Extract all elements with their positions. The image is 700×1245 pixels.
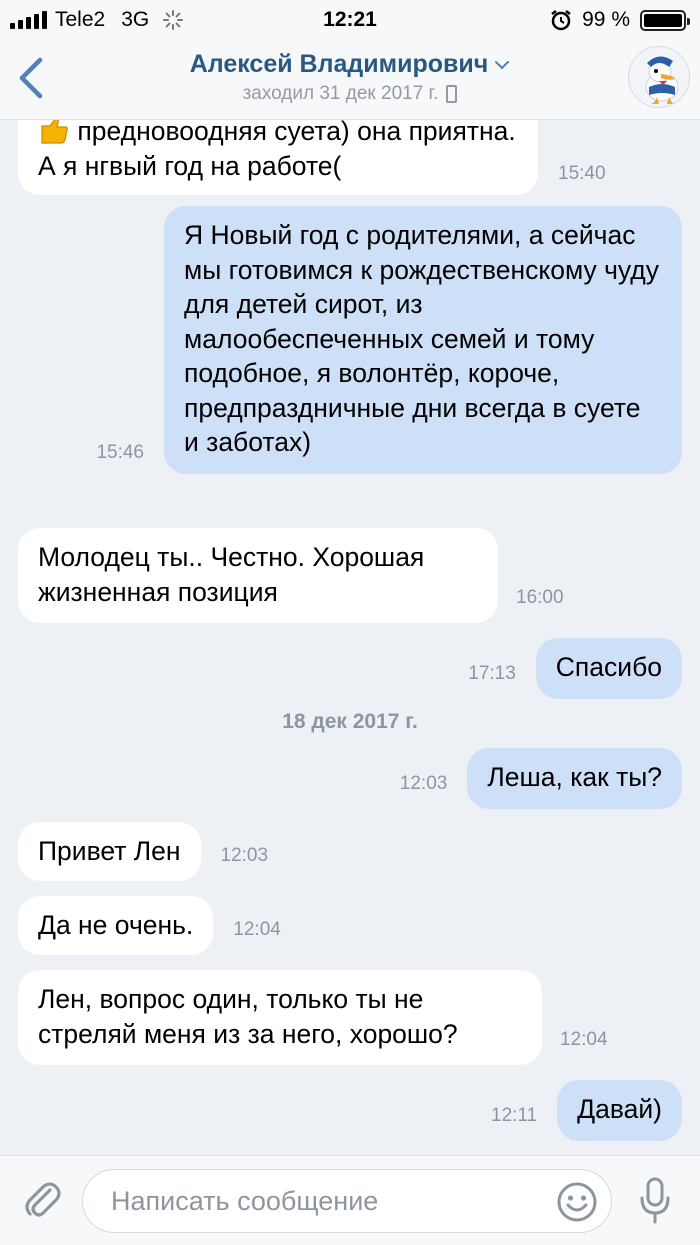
message-time: 12:03 <box>399 772 448 794</box>
message-time: 12:04 <box>233 918 281 940</box>
avatar-image <box>645 56 679 104</box>
message-time: 12:03 <box>220 844 269 866</box>
message-time: 15:40 <box>558 163 606 184</box>
message-list[interactable]: предновоодняя суета) она приятна. А я нг… <box>0 120 700 1155</box>
message-outgoing[interactable]: 12:03 Леша, как ты? <box>400 748 682 809</box>
message-bubble: Да не очень. <box>18 896 214 955</box>
microphone-icon[interactable] <box>638 1176 672 1226</box>
message-outgoing[interactable]: 15:46 Я Новый год с родителями, а сейчас… <box>96 206 682 474</box>
message-text: Привет Лен <box>38 836 181 866</box>
chevron-down-icon <box>495 60 510 69</box>
message-bubble: Я Новый год с родителями, а сейчас мы го… <box>164 206 682 474</box>
message-text: Спасибо <box>555 652 662 682</box>
message-text: Давай) <box>577 1094 662 1124</box>
message-incoming[interactable]: Привет Лен 12:03 <box>18 822 268 881</box>
emoji-icon[interactable] <box>555 1180 599 1224</box>
message-outgoing[interactable]: 17:13 Спасибо <box>468 638 682 699</box>
message-composer <box>0 1155 700 1245</box>
status-bar: Tele2 3G 12:21 99 % <box>0 0 700 40</box>
contact-info[interactable]: Алексей Владимирович заходил 31 дек 2017… <box>100 50 600 105</box>
message-input[interactable] <box>111 1170 531 1232</box>
message-time: 12:04 <box>560 1029 608 1050</box>
message-text: предновоодняя суета) она приятна. А я нг… <box>38 120 516 181</box>
battery-percent: 99 % <box>582 8 630 31</box>
message-text: Я Новый год с родителями, а сейчас мы го… <box>184 220 660 457</box>
message-time: 17:13 <box>468 662 516 684</box>
message-time: 15:46 <box>96 441 144 463</box>
paperclip-icon[interactable] <box>20 1178 64 1222</box>
chat-header: Алексей Владимирович заходил 31 дек 2017… <box>0 40 700 120</box>
message-text: Да не очень. <box>38 910 194 940</box>
last-seen-status: заходил 31 дек 2017 г. <box>243 83 458 105</box>
alarm-icon <box>551 10 571 31</box>
thumbs-emoji-icon <box>38 120 70 144</box>
status-right: 99 % <box>550 8 690 32</box>
message-bubble: Привет Лен <box>18 822 201 881</box>
battery-level <box>644 13 682 27</box>
message-bubble: Давай) <box>557 1080 682 1141</box>
message-text: Лен, вопрос один, только ты не стреляй м… <box>38 984 458 1049</box>
avatar[interactable] <box>628 46 690 108</box>
message-text: Леша, как ты? <box>487 762 662 792</box>
contact-title[interactable]: Алексей Владимирович <box>190 50 511 79</box>
message-incoming[interactable]: Да не очень. 12:04 <box>18 896 281 955</box>
message-outgoing[interactable]: 12:11 Давай) <box>491 1080 682 1141</box>
contact-name: Алексей Владимирович <box>189 50 489 78</box>
message-bubble: Молодец ты.. Честно. Хорошая жизненная п… <box>18 528 498 623</box>
battery-icon <box>640 9 690 31</box>
message-bubble: Спасибо <box>535 638 682 699</box>
message-text: Молодец ты.. Честно. Хорошая жизненная п… <box>38 542 425 607</box>
back-button[interactable] <box>12 56 52 100</box>
chevron-left-icon <box>19 57 43 99</box>
mobile-device-icon <box>446 85 458 103</box>
message-incoming[interactable]: предновоодняя суета) она приятна. А я нг… <box>18 120 606 195</box>
message-incoming[interactable]: Лен, вопрос один, только ты не стреляй м… <box>18 970 608 1065</box>
message-bubble: Лен, вопрос один, только ты не стреляй м… <box>18 970 542 1065</box>
chat-screen: Tele2 3G 12:21 99 % Алексей Владимирович… <box>0 0 700 1245</box>
message-bubble: Леша, как ты? <box>467 748 682 809</box>
message-time: 12:11 <box>491 1104 538 1126</box>
last-seen-text: заходил 31 дек 2017 г. <box>242 83 439 104</box>
message-incoming[interactable]: Молодец ты.. Честно. Хорошая жизненная п… <box>18 528 564 623</box>
message-input-box[interactable] <box>82 1169 612 1233</box>
message-time: 16:00 <box>516 587 564 608</box>
date-separator: 18 дек 2017 г. <box>282 710 418 733</box>
message-bubble: предновоодняя суета) она приятна. А я нг… <box>18 120 538 195</box>
